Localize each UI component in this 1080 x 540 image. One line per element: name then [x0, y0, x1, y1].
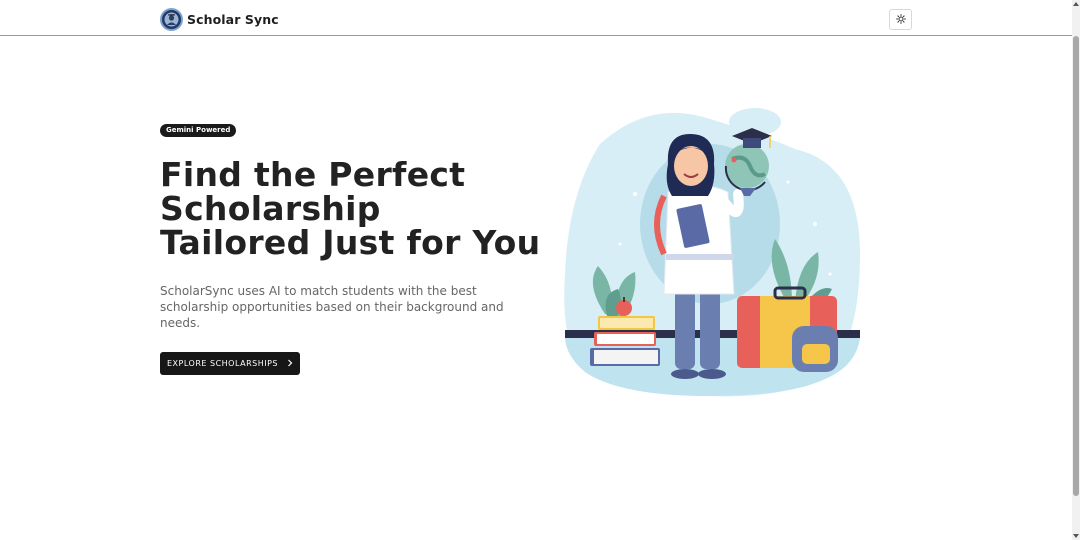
brand-link[interactable]: Scholar Sync: [160, 8, 279, 31]
headline-line: Tailored Just for You: [160, 223, 541, 262]
headline-line: Find the Perfect: [160, 155, 466, 194]
vertical-scrollbar[interactable]: [1072, 0, 1080, 540]
page: Scholar Sync Gemini Powered Find the Per…: [0, 0, 1080, 540]
headline-line: Scholarship: [160, 189, 381, 228]
graduate-avatar-icon: [160, 8, 183, 31]
top-navbar: Scholar Sync: [0, 0, 1072, 36]
student-illustration: [560, 104, 860, 400]
hero-description: ScholarSync uses AI to match students wi…: [160, 284, 504, 330]
cta-label: EXPLORE SCHOLARSHIPS: [167, 359, 278, 368]
hero-headline: Find the Perfect Scholarship Tailored Ju…: [160, 158, 540, 260]
scroll-up-arrow-icon[interactable]: [1073, 2, 1079, 6]
sun-icon: [895, 12, 906, 27]
theme-toggle-button[interactable]: [889, 9, 912, 30]
brand-name: Scholar Sync: [187, 12, 279, 27]
scrollbar-thumb[interactable]: [1073, 36, 1079, 496]
scroll-down-arrow-icon[interactable]: [1073, 534, 1079, 538]
chevron-right-icon: [287, 359, 293, 369]
gemini-badge: Gemini Powered: [160, 124, 237, 137]
explore-scholarships-button[interactable]: EXPLORE SCHOLARSHIPS: [160, 352, 300, 375]
